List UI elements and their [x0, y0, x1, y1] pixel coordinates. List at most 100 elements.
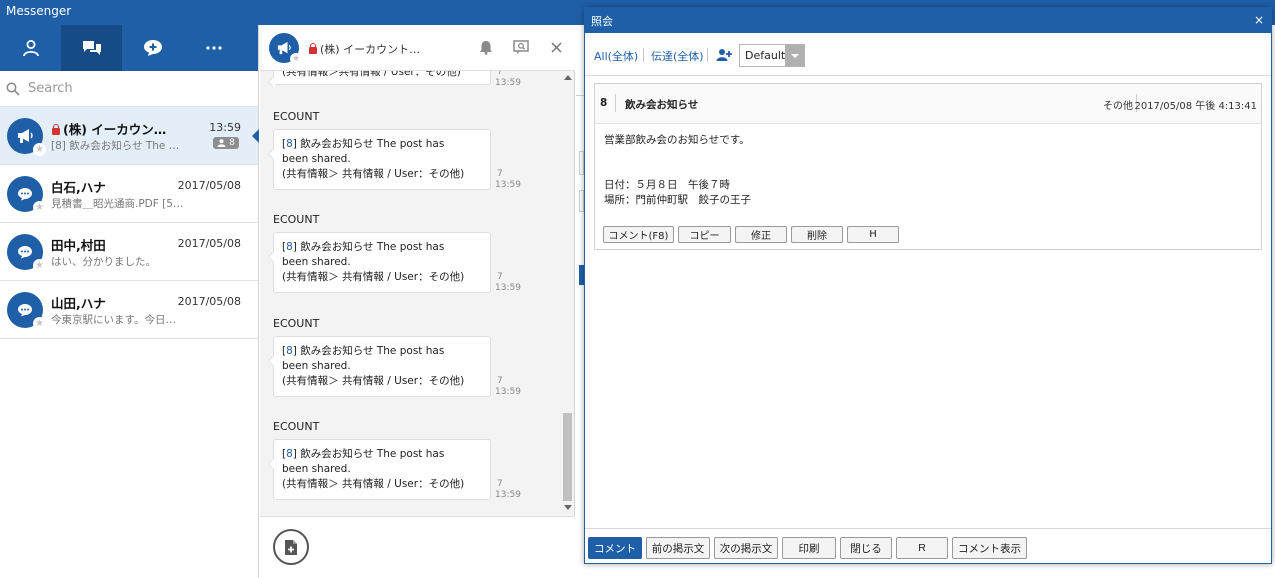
- sidebar: ★ (株) イーカウン… 13:59 [8] 飲み会お知らせ The … 8 ★…: [0, 25, 259, 578]
- bell-icon[interactable]: [479, 40, 493, 55]
- chat-list-item[interactable]: ★ 田中,村田 2017/05/08 はい、分かりました。: [0, 223, 258, 281]
- chat-add-icon: [143, 40, 162, 56]
- post-category: その他: [1103, 101, 1133, 112]
- message-text: (共有情報＞ 共有情報 / User：その他): [282, 168, 465, 180]
- favorite-star-icon[interactable]: ★: [33, 317, 46, 330]
- show-comments-button[interactable]: コメント表示: [952, 537, 1027, 559]
- chat-search-icon[interactable]: [513, 40, 529, 55]
- message-time: 13:59: [495, 78, 521, 88]
- read-count: 7: [497, 376, 503, 386]
- print-button[interactable]: 印刷: [782, 537, 836, 559]
- search-icon: [6, 82, 20, 96]
- comment-f8-button[interactable]: コメント(F8): [603, 226, 674, 243]
- megaphone-icon: [277, 41, 291, 55]
- post-link[interactable]: 8: [286, 241, 293, 253]
- member-count-badge: 8: [213, 137, 239, 149]
- chat-list-item[interactable]: ★ (株) イーカウン… 13:59 [8] 飲み会お知らせ The … 8: [0, 107, 259, 165]
- chat-preview: はい、分かりました。: [51, 256, 156, 268]
- message-text: been shared.: [282, 256, 351, 268]
- tab-chats[interactable]: [61, 25, 122, 71]
- filter-all-link[interactable]: All(全体): [594, 48, 638, 64]
- search-bar: [0, 71, 258, 107]
- chat-name: 田中,村田: [51, 238, 106, 253]
- search-input[interactable]: [28, 81, 238, 96]
- chat-list-item[interactable]: ★ 山田,ハナ 2017/05/08 今東京駅にいます。今日か…: [0, 281, 258, 339]
- chat-header: ★ (株) イーカウント…: [260, 25, 575, 71]
- nav-tabs: [0, 25, 258, 71]
- sender-name: ECOUNT: [273, 317, 320, 330]
- chat-name: 山田,ハナ: [51, 296, 106, 311]
- dialog-toolbar: All(全体) 伝達(全体) Default: [585, 33, 1271, 76]
- read-count: 7: [497, 272, 503, 282]
- scroll-thumb[interactable]: [563, 413, 572, 501]
- chat-date: 2017/05/08: [177, 179, 241, 192]
- previous-post-button[interactable]: 前の掲示文: [646, 537, 710, 559]
- scroll-up-arrow-icon[interactable]: [564, 75, 572, 80]
- delete-button[interactable]: 削除: [791, 226, 843, 243]
- lock-icon: [51, 124, 61, 135]
- close-icon[interactable]: [551, 42, 562, 53]
- sender-name: ECOUNT: [273, 110, 320, 123]
- post-body-spacer: [604, 148, 1252, 178]
- r-button[interactable]: R: [896, 537, 948, 559]
- post-card: 8 飲み会お知らせ その他 2017/05/08 午後 4:13:41 営業部飲…: [594, 83, 1262, 250]
- scroll-down-arrow-icon[interactable]: [564, 505, 572, 510]
- chat-title: (株) イーカウント…: [308, 41, 420, 57]
- close-button[interactable]: 閉じる: [840, 537, 892, 559]
- favorite-star-icon[interactable]: ★: [33, 143, 46, 156]
- toolbar-divider: [707, 48, 708, 62]
- chat-bubble-icon: [18, 188, 32, 201]
- tab-new-chat[interactable]: [122, 25, 183, 71]
- chat-bubble-icon: [18, 246, 32, 259]
- post-body: 営業部飲み会のお知らせです。 日付：５月８日 午後７時 場所：門前仲町駅 餃子の…: [595, 124, 1261, 217]
- post-title: 飲み会お知らせ: [625, 99, 699, 111]
- edit-button[interactable]: 修正: [735, 226, 787, 243]
- post-view-dialog: 照会 × All(全体) 伝達(全体) Default 8 飲み会お知らせ その…: [584, 7, 1272, 564]
- message-bubble: [8] 飲み会お知らせ The post has been shared. (共…: [268, 336, 491, 397]
- favorite-star-icon[interactable]: ★: [33, 259, 46, 272]
- attach-file-button[interactable]: [273, 529, 309, 565]
- footer-buttons: コメント 前の掲示文 次の掲示文 印刷 閉じる R コメント表示: [588, 537, 1027, 559]
- message-text: been shared.: [282, 360, 351, 372]
- favorite-star-icon[interactable]: ★: [290, 53, 302, 65]
- chat-date: 2017/05/08: [177, 295, 241, 308]
- post-link[interactable]: 8: [286, 138, 293, 150]
- copy-button[interactable]: コピー: [678, 226, 731, 243]
- chevron-down-icon[interactable]: [785, 45, 804, 66]
- comment-button[interactable]: コメント: [588, 537, 642, 559]
- chat-preview: [8] 飲み会お知らせ The …: [51, 140, 180, 152]
- tab-more[interactable]: [183, 25, 244, 71]
- add-user-icon[interactable]: [716, 48, 732, 62]
- message-text: (共有情報＞ 共有情報 / User：その他): [282, 375, 465, 387]
- selected-indicator: [252, 129, 259, 143]
- dialog-title: 照会: [591, 15, 613, 28]
- message-group: ECOUNT [8] 飲み会お知らせ The post has been sha…: [268, 420, 563, 500]
- post-link[interactable]: 8: [286, 345, 293, 357]
- message-scrollbar[interactable]: [562, 71, 573, 516]
- next-post-button[interactable]: 次の掲示文: [714, 537, 778, 559]
- message-time: 13:59: [495, 490, 521, 500]
- chat-bubbles-icon: [82, 41, 101, 55]
- dialog-close-icon[interactable]: ×: [1254, 13, 1264, 27]
- chat-name: 白石,ハナ: [51, 180, 106, 195]
- more-icon: [205, 46, 222, 50]
- filter-forward-link[interactable]: 伝達(全体): [651, 48, 704, 64]
- post-link[interactable]: 8: [286, 448, 293, 460]
- file-add-icon: [285, 539, 297, 555]
- message-text: (共有情報＞共有情報 / User：その他): [282, 71, 461, 78]
- chat-time: 13:59: [209, 121, 241, 134]
- view-mode-dropdown[interactable]: Default: [739, 44, 805, 67]
- post-actions: コメント(F8) コピー 修正 削除 H: [603, 226, 899, 243]
- favorite-star-icon[interactable]: ★: [33, 201, 46, 214]
- h-button[interactable]: H: [847, 226, 899, 243]
- tab-contacts[interactable]: [0, 25, 61, 71]
- chat-name: (株) イーカウン…: [51, 119, 166, 138]
- post-number: 8: [600, 97, 608, 109]
- message-bubble: [8] 飲み会お知らせ The post has been shared. (共…: [268, 439, 491, 500]
- compose-area: [260, 516, 575, 578]
- post-body-line: 日付：５月８日 午後７時: [604, 179, 730, 191]
- chat-list-item[interactable]: ★ 白石,ハナ 2017/05/08 見積書＿昭光通商.PDF [5…: [0, 165, 258, 223]
- chat-bubble-icon: [18, 304, 32, 317]
- chat-preview: 見積書＿昭光通商.PDF [5…: [51, 198, 184, 210]
- message-text: (共有情報＞ 共有情報 / User：その他): [282, 271, 465, 283]
